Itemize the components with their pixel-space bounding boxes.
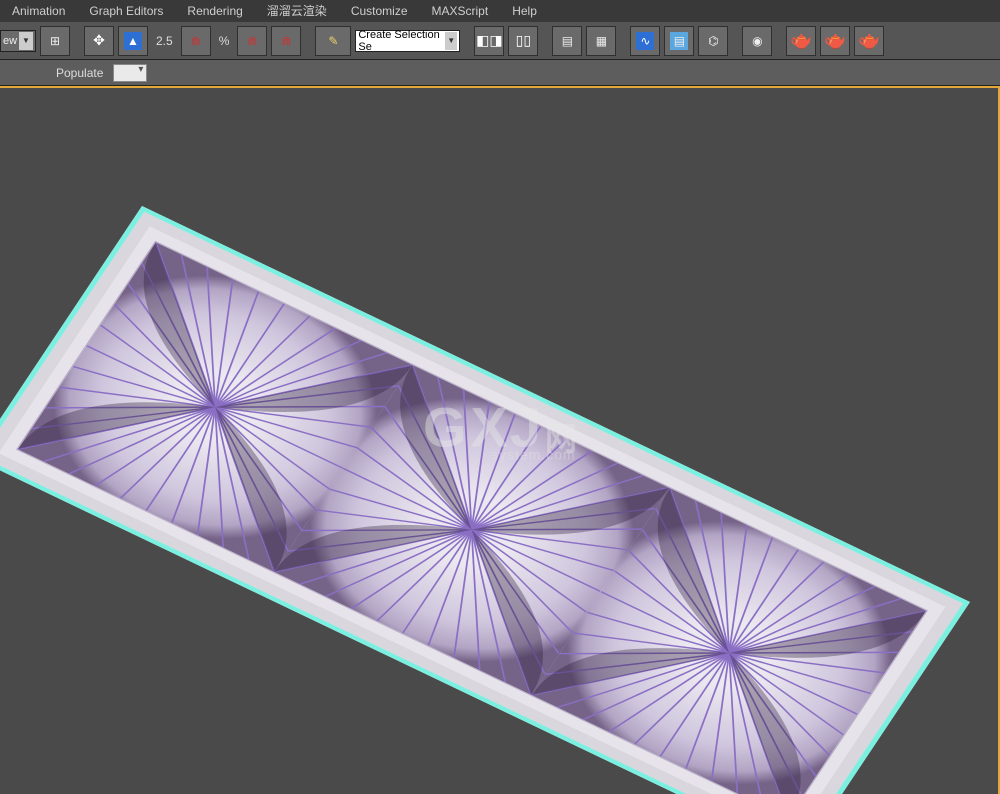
percent-snap-button[interactable]: ⋒ [237, 26, 267, 56]
align-button[interactable]: ▯▯ [508, 26, 538, 56]
teapot-icon: 🫖 [858, 30, 880, 51]
render-frame-button[interactable]: 🫖 [820, 26, 850, 56]
menu-help[interactable]: Help [500, 0, 549, 22]
curve-icon: ∿ [636, 32, 654, 50]
separator [74, 26, 80, 56]
magnet-icon: ⋒ [277, 32, 295, 50]
menu-rendering[interactable]: Rendering [175, 0, 254, 22]
mirror-icon: ◧◨ [476, 32, 502, 49]
toggle-ribbon-button[interactable]: ▦ [586, 26, 616, 56]
align-icon: ▯▯ [516, 32, 531, 49]
separator [542, 26, 548, 56]
magnet-icon: ⋒ [243, 32, 261, 50]
teapot-icon: 🫖 [790, 30, 812, 51]
named-selection-edit-button[interactable]: ✎ [315, 26, 351, 56]
dope-sheet-button[interactable]: ▤ [664, 26, 694, 56]
schematic-icon: ⌬ [704, 32, 722, 50]
teapot-icon: 🫖 [824, 30, 846, 51]
layers-icon: ▤ [558, 32, 576, 50]
reference-coord-dropdown[interactable]: ew ▼ [0, 30, 36, 52]
named-selection-dropdown[interactable]: Create Selection Se ▼ [355, 30, 460, 52]
curve-editor-button[interactable]: ∿ [630, 26, 660, 56]
watermark: G XJ 网 system.com [423, 394, 577, 459]
menu-animation[interactable]: Animation [0, 0, 77, 22]
separator [732, 26, 738, 56]
ribbon-minimize-dropdown[interactable] [113, 64, 147, 82]
schematic-view-button[interactable]: ⌬ [698, 26, 728, 56]
layer-manager-button[interactable]: ▤ [552, 26, 582, 56]
separator [464, 26, 470, 56]
angle-snap-value: 2.5 [152, 34, 177, 48]
move-icon: ✥ [93, 32, 105, 49]
material-icon: ◉ [748, 32, 766, 50]
ribbon-tab-populate[interactable]: Populate [56, 61, 103, 85]
use-pivot-center-button[interactable]: ⊞ [40, 26, 70, 56]
separator [305, 26, 311, 56]
model-slab[interactable] [0, 206, 970, 794]
main-toolbar: ew ▼ ⊞ ✥ ▲ 2.5 ⋒ % ⋒ ⋒ ✎ Create Selectio… [0, 22, 1000, 60]
watermark-g: G [423, 394, 469, 459]
chevron-down-icon: ▼ [445, 32, 457, 50]
ribbon-icon: ▦ [592, 32, 610, 50]
separator [776, 26, 782, 56]
move-gizmo-button[interactable]: ✥ [84, 26, 114, 56]
quick-render-button[interactable]: 🫖 [854, 26, 884, 56]
reference-coord-value: ew [3, 35, 17, 47]
menu-graph-editors[interactable]: Graph Editors [77, 0, 175, 22]
viewport-inner: G XJ 网 system.com [2, 90, 998, 792]
material-editor-button[interactable]: ◉ [742, 26, 772, 56]
render-setup-button[interactable]: 🫖 [786, 26, 816, 56]
angle-snap-button[interactable]: ▲ [118, 26, 148, 56]
menu-liuliu-render[interactable]: 溜溜云渲染 [255, 0, 339, 22]
perspective-viewport[interactable]: G XJ 网 system.com [0, 86, 1000, 794]
magnet-icon: ⋒ [187, 32, 205, 50]
chevron-down-icon: ▼ [19, 32, 33, 50]
spinner-snap-button[interactable]: ⋒ [271, 26, 301, 56]
angle-snap-toggle-button[interactable]: ⋒ [181, 26, 211, 56]
mirror-button[interactable]: ◧◨ [474, 26, 504, 56]
menu-bar: Animation Graph Editors Rendering 溜溜云渲染 … [0, 0, 1000, 22]
percent-snap-label: % [215, 34, 234, 48]
edit-selection-icon: ✎ [324, 32, 342, 50]
watermark-sub: system.com [491, 446, 576, 462]
model-slab-inner [16, 241, 928, 794]
pivot-icon: ⊞ [46, 32, 64, 50]
dopesheet-icon: ▤ [670, 32, 688, 50]
menu-customize[interactable]: Customize [339, 0, 420, 22]
ribbon-bar: Populate [0, 60, 1000, 86]
named-selection-value: Create Selection Se [358, 29, 445, 53]
separator [620, 26, 626, 56]
snap-up-icon: ▲ [124, 32, 142, 50]
menu-maxscript[interactable]: MAXScript [420, 0, 501, 22]
